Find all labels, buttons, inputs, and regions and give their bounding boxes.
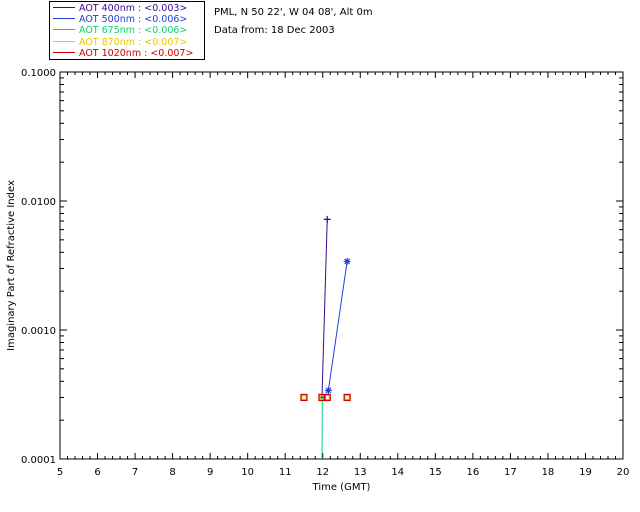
plot-frame — [59, 71, 624, 460]
x-tick-label: 18 — [542, 467, 555, 478]
legend-line — [53, 40, 75, 42]
x-axis-title: Time (GMT) — [312, 482, 371, 493]
legend-label: AOT 870nm : <0.007> — [79, 36, 188, 48]
legend-label: AOT 1020nm : <0.007> — [79, 47, 194, 59]
series-line — [321, 219, 328, 398]
y-tick-label: 0.0001 — [21, 455, 56, 466]
legend-label: AOT 500nm : <0.006> — [79, 14, 188, 26]
legend-line — [53, 7, 75, 8]
legend-entry: AOT 675nm : <0.006> — [53, 25, 187, 36]
x-tick-label: 16 — [466, 467, 479, 478]
y-tick-label: 0.1000 — [21, 68, 56, 79]
x-tick-label: 11 — [279, 467, 292, 478]
x-tick-label: 9 — [207, 467, 213, 478]
legend-entry: AOT 500nm : <0.006> — [53, 14, 187, 25]
data-point-plus — [323, 215, 331, 223]
legend-line — [53, 29, 75, 31]
y-axis-title: Imaginary Part of Refractive Index — [6, 180, 17, 351]
x-tick-label: 15 — [429, 467, 442, 478]
x-tick-label: 5 — [57, 467, 63, 478]
x-tick-label: 14 — [391, 467, 404, 478]
series-line — [327, 261, 348, 391]
x-tick-label: 19 — [579, 467, 592, 478]
legend-entry: AOT 400nm : <0.003> — [53, 3, 187, 14]
x-tick-label: 17 — [504, 467, 517, 478]
data-point-asterisk — [343, 257, 351, 265]
x-tick-label: 13 — [354, 467, 367, 478]
legend-entry: AOT 870nm : <0.007> — [53, 37, 187, 48]
data-point-square — [324, 394, 330, 401]
legend-line — [53, 51, 75, 53]
y-tick-label: 0.0010 — [21, 326, 56, 337]
data-point-square — [344, 394, 350, 401]
date-text: Data from: 18 Dec 2003 — [214, 25, 335, 36]
legend-label: AOT 675nm : <0.006> — [79, 25, 188, 37]
y-tick-label: 0.0100 — [21, 197, 56, 208]
location-text: PML, N 50 22', W 04 08', Alt 0m — [214, 7, 373, 18]
legend-line — [53, 18, 75, 20]
x-tick-label: 12 — [316, 467, 329, 478]
legend-label: AOT 400nm : <0.003> — [79, 3, 188, 14]
chart: 5 6 7 8 9 10 11 12 13 14 15 16 17 18 19 20 0.0001 0.0010 0… — [6, 68, 630, 493]
x-tick-label: 20 — [617, 467, 630, 478]
data-point-asterisk — [324, 386, 332, 394]
x-tick-label: 8 — [169, 467, 175, 478]
legend-entry: AOT 1020nm : <0.007> — [53, 48, 193, 59]
x-tick-label: 6 — [94, 467, 100, 478]
data-point-square — [301, 394, 307, 401]
x-tick-label: 10 — [241, 467, 254, 478]
x-tick-label: 7 — [132, 467, 138, 478]
legend: AOT 400nm : <0.003> AOT 500nm : <0.006> AO… — [49, 1, 205, 60]
